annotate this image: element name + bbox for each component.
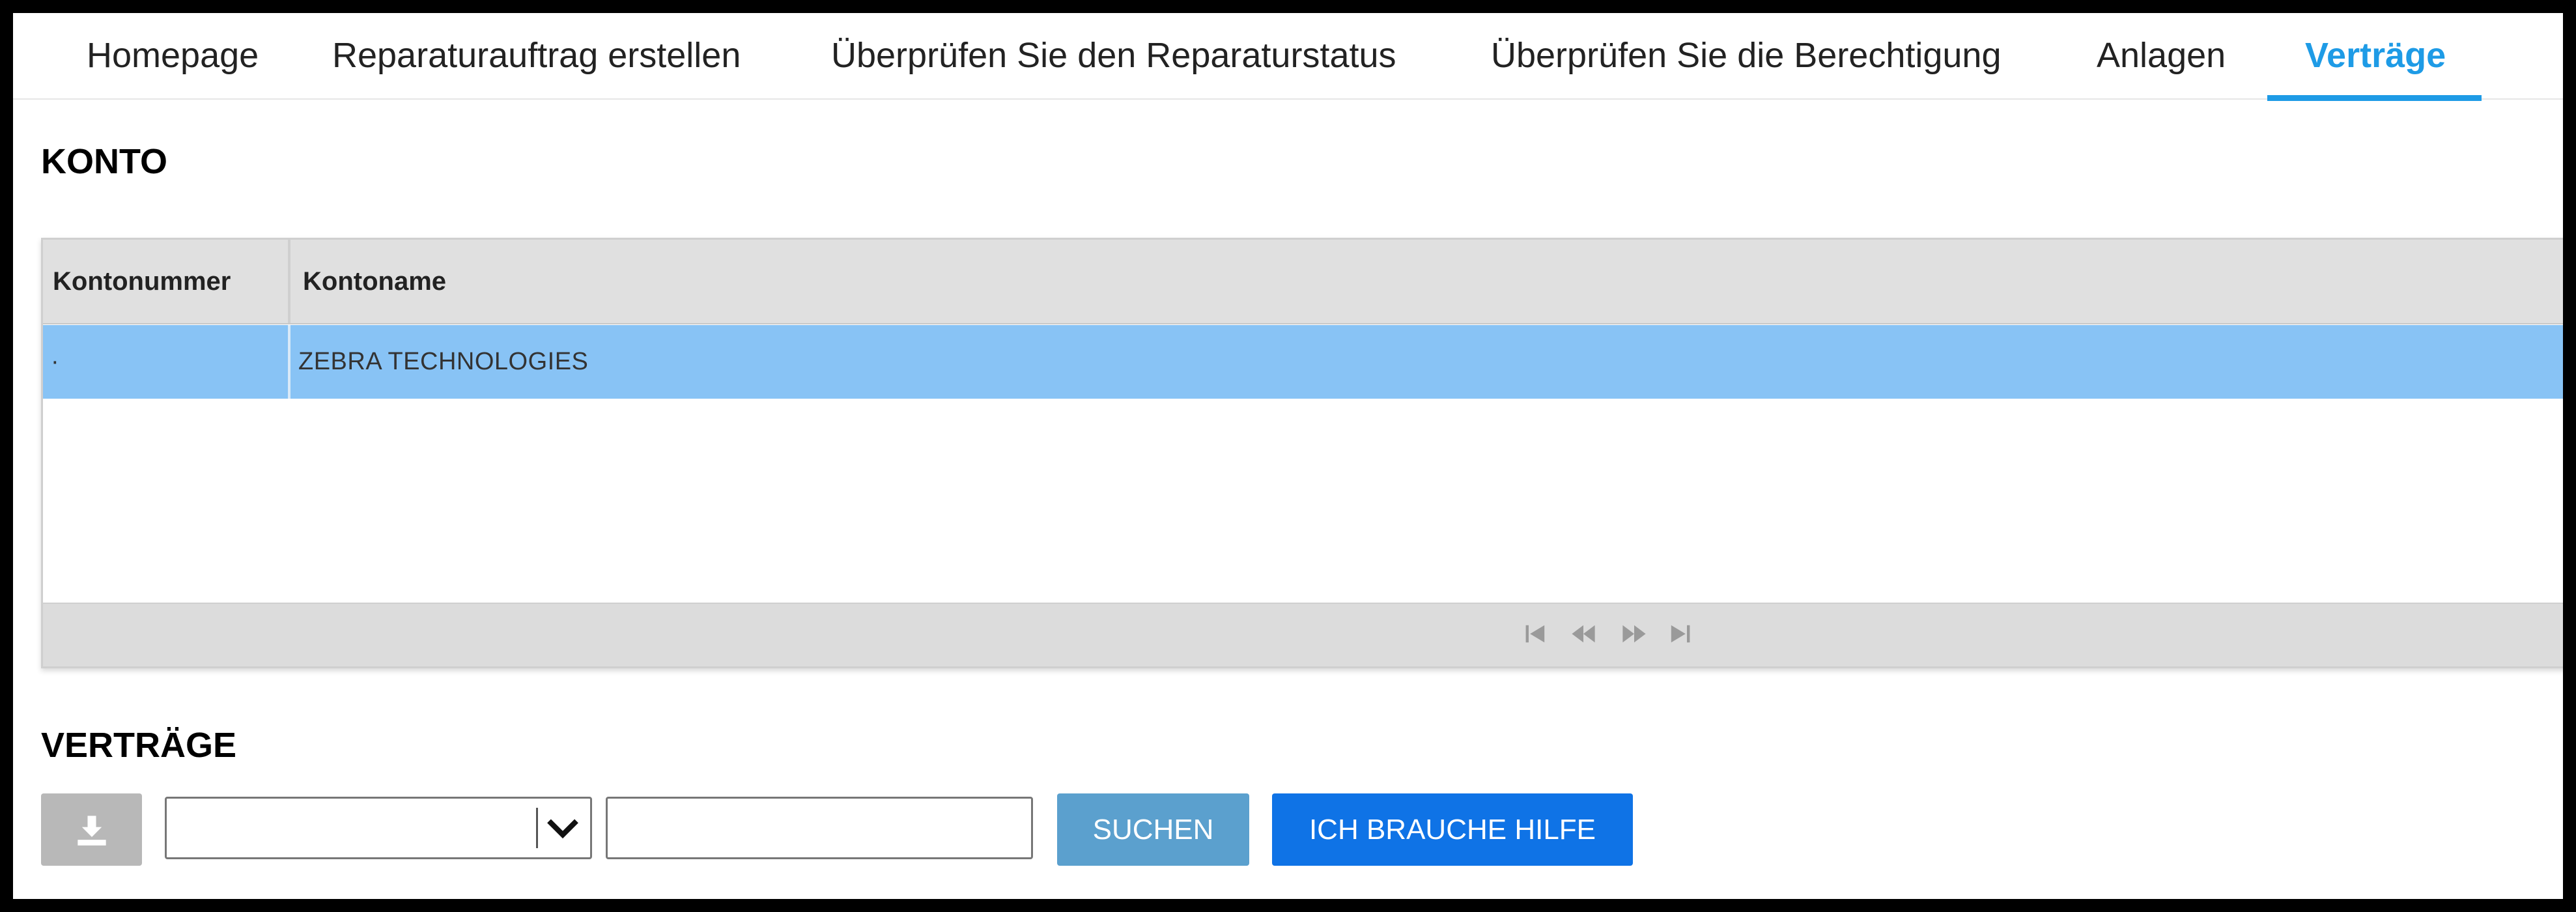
contract-filter-select[interactable] xyxy=(165,797,592,859)
previous-page-icon[interactable] xyxy=(1569,620,1598,648)
tab-create-repair-order[interactable]: Reparaturauftrag erstellen xyxy=(332,20,741,100)
top-navigation: Homepage Reparaturauftrag erstellen Über… xyxy=(13,20,2563,101)
tab-entitlement[interactable]: Überprüfen Sie die Berechtigung xyxy=(1491,20,2002,100)
konto-heading: KONTO xyxy=(41,142,168,181)
grid-pager xyxy=(43,603,2563,666)
tab-repair-status[interactable]: Überprüfen Sie den Reparaturstatus xyxy=(831,20,1396,100)
vertraege-heading: VERTRÄGE xyxy=(41,726,237,765)
search-input[interactable] xyxy=(606,797,1033,859)
app-frame: Homepage Reparaturauftrag erstellen Über… xyxy=(13,13,2563,899)
tab-contracts[interactable]: Verträge xyxy=(2267,20,2482,101)
download-button[interactable] xyxy=(41,793,142,866)
account-grid: Kontonummer Kontoname · ZEBRA TECHNOLOGI… xyxy=(41,238,2563,668)
column-header-account-name[interactable]: Kontoname xyxy=(293,240,2563,323)
chevron-down-icon[interactable] xyxy=(545,810,581,847)
tab-homepage[interactable]: Homepage xyxy=(87,20,259,100)
column-header-account-number[interactable]: Kontonummer xyxy=(43,240,290,323)
download-icon xyxy=(78,816,106,846)
select-divider xyxy=(536,808,538,848)
search-button[interactable]: SUCHEN xyxy=(1057,793,1249,866)
help-button[interactable]: ICH BRAUCHE HILFE xyxy=(1272,793,1633,866)
tab-assets[interactable]: Anlagen xyxy=(2097,20,2226,100)
first-page-icon[interactable] xyxy=(1522,620,1550,648)
table-row[interactable]: · ZEBRA TECHNOLOGIES xyxy=(43,325,2563,399)
account-name-cell: ZEBRA TECHNOLOGIES xyxy=(298,348,589,375)
next-page-icon[interactable] xyxy=(1620,620,1649,648)
account-number-cell: · xyxy=(43,325,290,399)
last-page-icon[interactable] xyxy=(1665,620,1694,648)
grid-header: Kontonummer Kontoname xyxy=(43,240,2563,324)
